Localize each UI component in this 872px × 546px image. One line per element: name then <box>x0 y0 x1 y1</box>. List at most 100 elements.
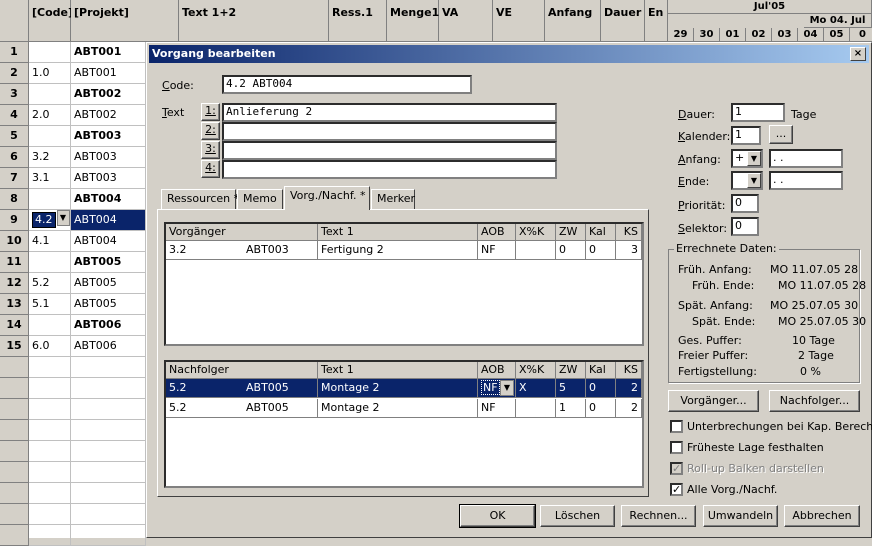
cell-projekt[interactable]: ABT005 <box>71 252 146 273</box>
table-row[interactable]: 5.2 ABT005 Montage 2 NF 1 0 2 <box>166 362 642 486</box>
cell-projekt[interactable] <box>71 525 146 546</box>
row-number[interactable]: 7 <box>0 168 29 189</box>
cell-text[interactable]: Fertigung 2 <box>318 241 478 260</box>
cell-code[interactable]: 4.1 <box>29 231 71 252</box>
cell-code[interactable] <box>29 483 71 504</box>
cell-ks[interactable]: 2 <box>616 399 642 418</box>
text-line-field-3[interactable] <box>222 141 557 160</box>
tab-1[interactable]: Memo <box>237 189 283 209</box>
chevron-down-icon[interactable]: ▼ <box>747 151 761 166</box>
cell-code[interactable]: 3.1 <box>29 168 71 189</box>
row-number[interactable] <box>0 483 29 504</box>
cell-code[interactable] <box>29 420 71 441</box>
cell-code[interactable] <box>29 42 71 63</box>
close-button[interactable]: × <box>850 47 866 61</box>
cell-projekt[interactable] <box>71 378 146 399</box>
cell-code-editor[interactable]: 4.2 <box>32 212 56 228</box>
col-header-projekt[interactable]: [Projekt] <box>71 0 179 42</box>
col-header-menge[interactable]: Menge1 <box>387 0 439 42</box>
cell-code[interactable]: 5.2 <box>29 273 71 294</box>
checkbox-3[interactable]: ✓ <box>670 483 683 496</box>
cell-projekt[interactable]: ABT005 <box>71 273 146 294</box>
cell-code[interactable]: 1.0 <box>29 63 71 84</box>
cell-projekt[interactable]: ABT003 <box>71 126 146 147</box>
cell-code[interactable]: 3.2 ABT003 <box>166 241 318 260</box>
text-line-button-2[interactable]: 2: <box>201 122 220 140</box>
cell-projekt[interactable]: ABT004 <box>71 189 146 210</box>
row-number[interactable] <box>0 357 29 378</box>
cell-code[interactable] <box>29 357 71 378</box>
kalender-field[interactable]: 1 <box>731 126 761 145</box>
cell-projekt[interactable] <box>71 483 146 504</box>
cell-projekt[interactable]: ABT003 <box>71 168 146 189</box>
row-number[interactable] <box>0 399 29 420</box>
row-number[interactable]: 13 <box>0 294 29 315</box>
dialog-button-4[interactable]: Abbrechen <box>784 505 860 527</box>
cell-kal[interactable]: 0 <box>586 241 616 260</box>
cell-projekt[interactable]: ABT004 <box>71 210 146 231</box>
row-number[interactable] <box>0 525 29 546</box>
row-number[interactable]: 9 <box>0 210 29 231</box>
col-header-ende[interactable]: En <box>645 0 668 42</box>
row-number[interactable]: 1 <box>0 42 29 63</box>
row-number[interactable] <box>0 378 29 399</box>
cell-projekt[interactable] <box>71 399 146 420</box>
cell-text[interactable]: Montage 2 <box>318 399 478 418</box>
cell-code[interactable]: 5.2 ABT005 <box>166 399 318 418</box>
cell-ks[interactable]: 3 <box>616 241 642 260</box>
cell-code[interactable] <box>29 525 71 546</box>
cell-projekt[interactable]: ABT004 <box>71 231 146 252</box>
cell-code[interactable] <box>29 315 71 336</box>
row-number[interactable]: 4 <box>0 105 29 126</box>
text-line-button-1[interactable]: 1: <box>201 103 220 121</box>
successor-table[interactable]: Nachfolger Text 1 AOB X%K ZW Kal KS 5.2 ABT005 Mo… <box>164 360 644 488</box>
prioritaet-field[interactable]: 0 <box>731 194 759 213</box>
vorgaenger-button[interactable]: Vorgänger... <box>668 390 759 412</box>
cell-code[interactable]: 4.2 ▼ <box>29 210 71 231</box>
dialog-button-1[interactable]: Löschen <box>540 505 615 527</box>
ende-sign-select[interactable]: ▼ <box>731 171 763 190</box>
cell-projekt[interactable]: ABT003 <box>71 147 146 168</box>
col-header-ve[interactable]: VE <box>493 0 545 42</box>
anfang-date-field[interactable]: . . <box>769 149 843 168</box>
predecessor-table[interactable]: Vorgänger Text 1 AOB X%K ZW Kal KS 3.2 ABT003 Fer… <box>164 222 644 346</box>
col-header-ress[interactable]: Ress.1 <box>329 0 387 42</box>
tab-3[interactable]: Merker <box>371 189 415 209</box>
cell-code[interactable]: 2.0 <box>29 105 71 126</box>
cell-code[interactable] <box>29 252 71 273</box>
table-row[interactable]: 3.2 ABT003 Fertigung 2 NF 0 0 3 <box>166 224 642 344</box>
tab-0[interactable]: Ressourcen * <box>161 189 239 209</box>
chevron-down-icon[interactable]: ▼ <box>747 173 761 188</box>
cell-projekt[interactable]: ABT006 <box>71 336 146 357</box>
row-number[interactable] <box>0 504 29 525</box>
dialog-button-2[interactable]: Rechnen... <box>621 505 696 527</box>
text-line-button-4[interactable]: 4: <box>201 160 220 178</box>
cell-projekt[interactable] <box>71 441 146 462</box>
row-number[interactable]: 10 <box>0 231 29 252</box>
row-number[interactable]: 5 <box>0 126 29 147</box>
cell-zw[interactable]: 0 <box>556 241 586 260</box>
checkbox-1[interactable] <box>670 441 683 454</box>
cell-projekt[interactable]: ABT002 <box>71 84 146 105</box>
cell-projekt[interactable] <box>71 420 146 441</box>
text-line-field-1[interactable]: Anlieferung 2 <box>222 103 557 122</box>
cell-projekt[interactable]: ABT002 <box>71 105 146 126</box>
col-header-va[interactable]: VA <box>439 0 493 42</box>
row-number[interactable]: 6 <box>0 147 29 168</box>
anfang-sign-select[interactable]: + ▼ <box>731 149 763 168</box>
col-header-anfang[interactable]: Anfang <box>545 0 601 42</box>
cell-xk[interactable] <box>516 399 556 418</box>
cell-zw[interactable]: 1 <box>556 399 586 418</box>
cell-projekt[interactable]: ABT001 <box>71 42 146 63</box>
nachfolger-button[interactable]: Nachfolger... <box>769 390 860 412</box>
row-number[interactable]: 2 <box>0 63 29 84</box>
cell-code[interactable] <box>29 441 71 462</box>
row-number[interactable]: 8 <box>0 189 29 210</box>
cell-projekt[interactable]: ABT006 <box>71 315 146 336</box>
cell-kal[interactable]: 0 <box>586 399 616 418</box>
row-number[interactable]: 14 <box>0 315 29 336</box>
cell-code[interactable] <box>29 189 71 210</box>
cell-projekt[interactable] <box>71 357 146 378</box>
cell-xk[interactable] <box>516 241 556 260</box>
cell-code[interactable]: 6.0 <box>29 336 71 357</box>
